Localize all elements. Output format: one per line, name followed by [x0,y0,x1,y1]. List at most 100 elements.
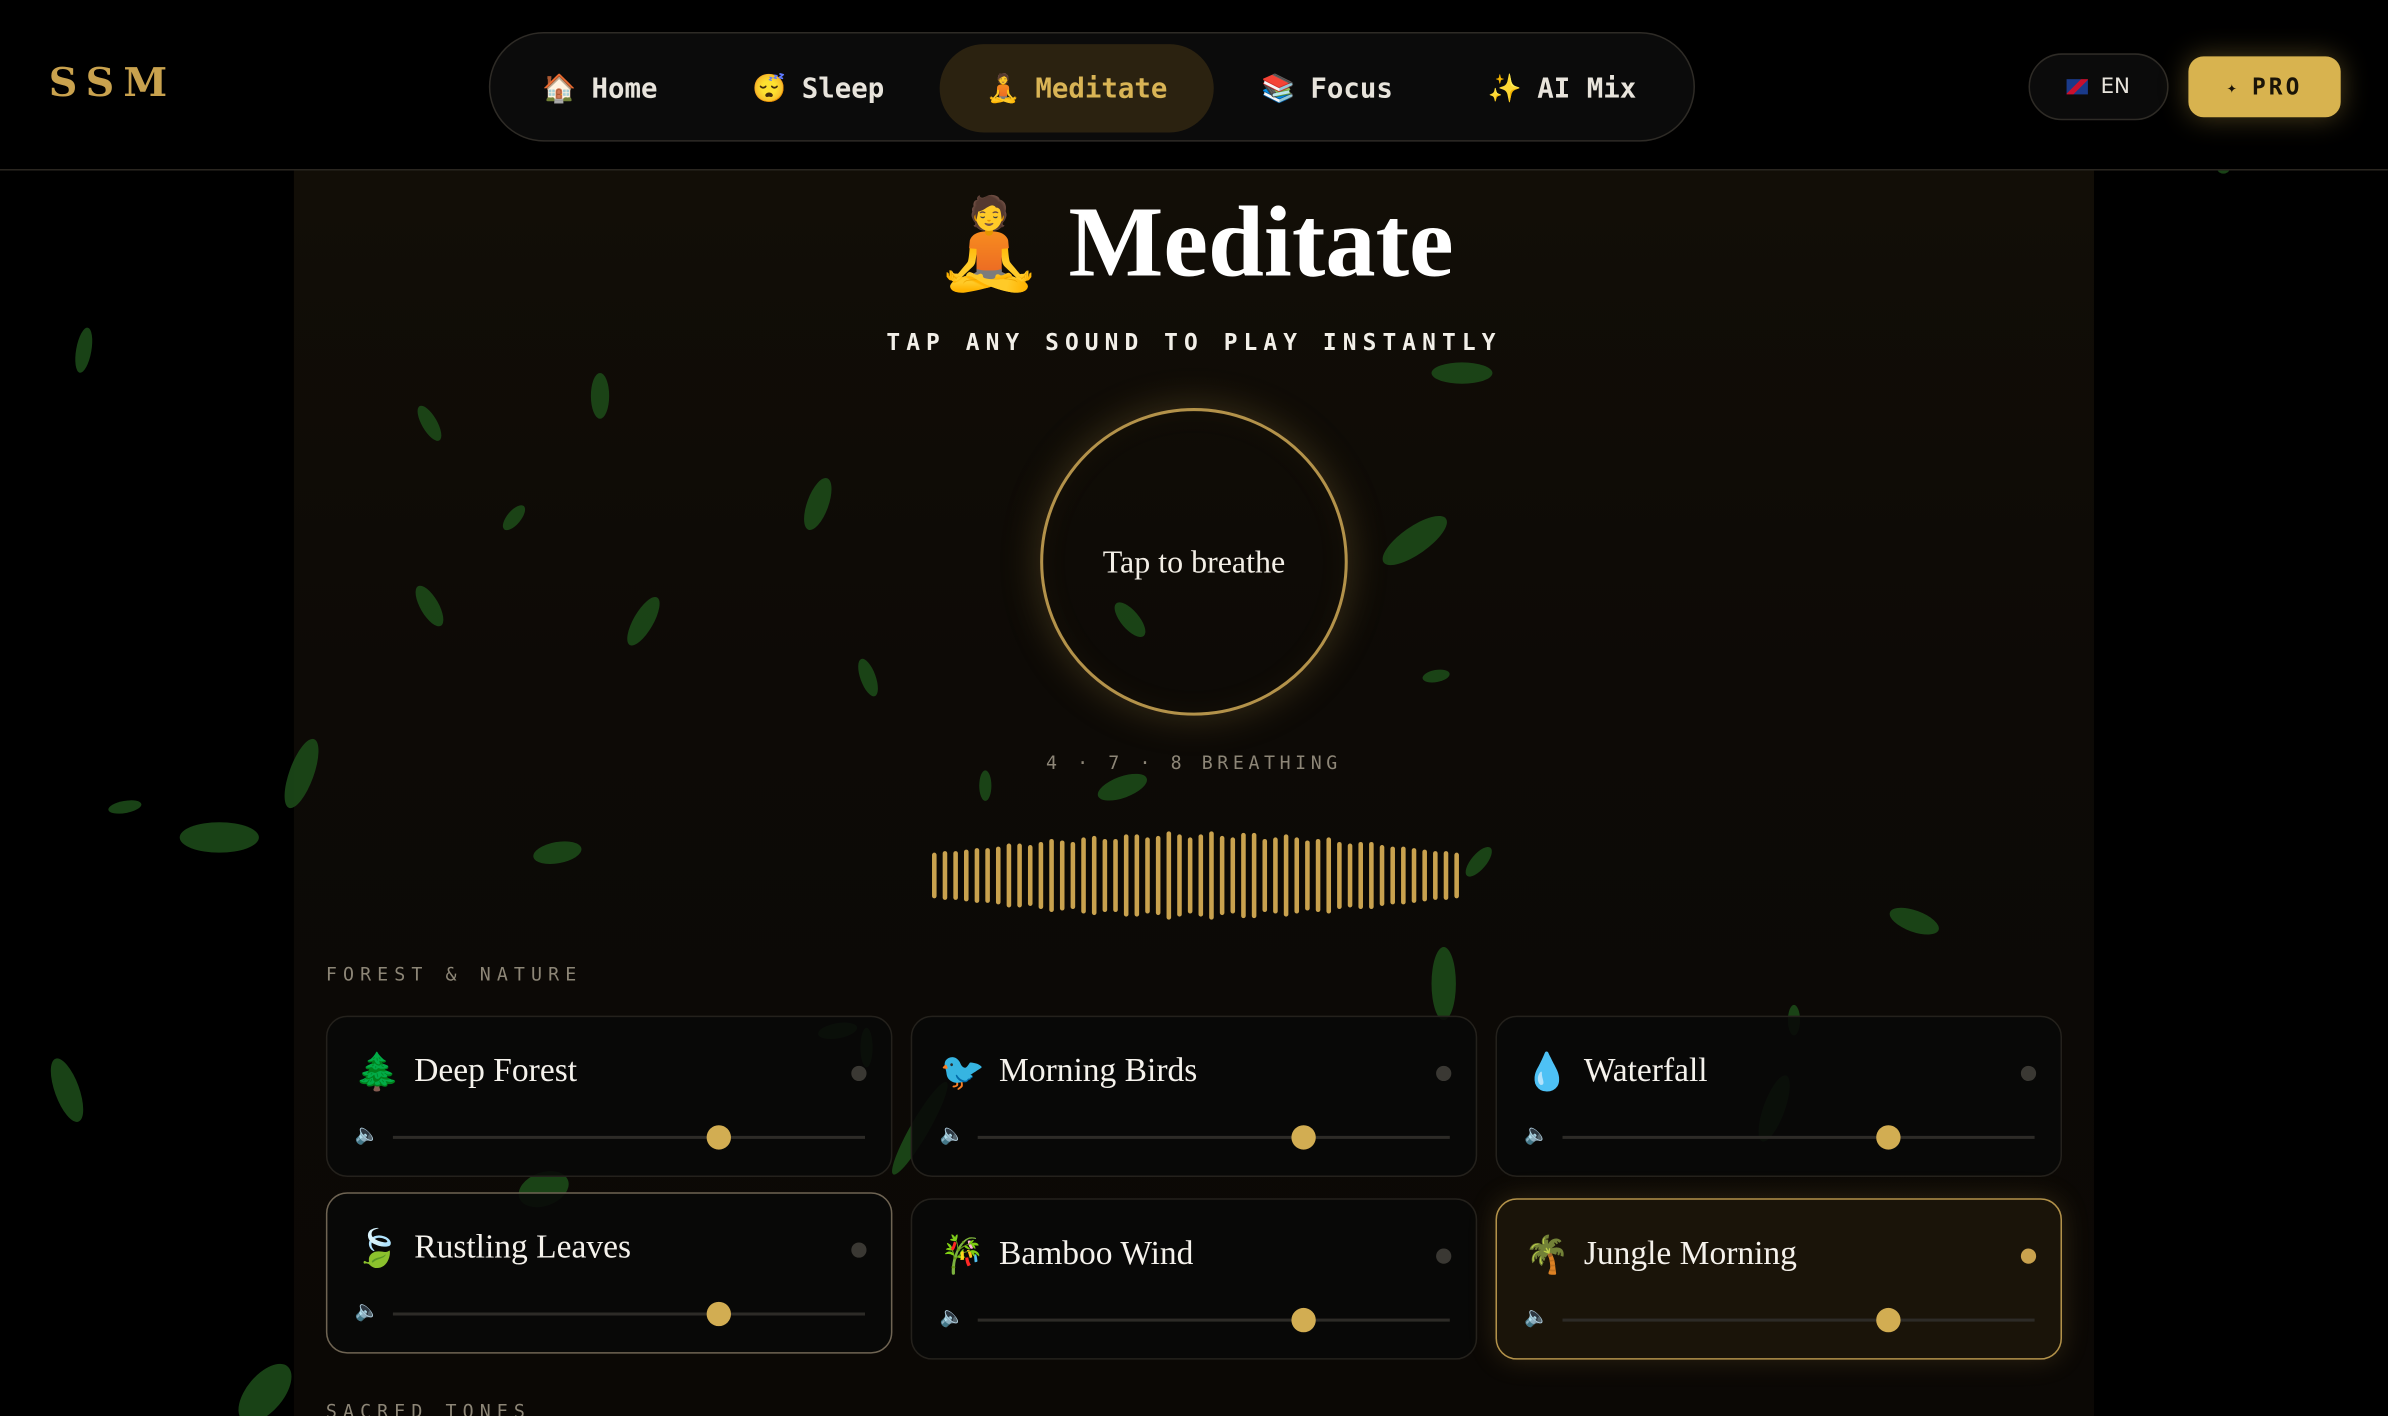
volume-slider-thumb[interactable] [1291,1307,1316,1333]
leaf-decoration [1431,362,1493,384]
breathe-button[interactable]: Tap to breathe [1040,408,1348,716]
language-label: EN [2100,74,2131,99]
leaves-icon: 🍃 [354,1227,401,1270]
waveform-bar [1369,842,1374,909]
volume-icon: 🔈 [1524,1306,1550,1330]
leaf-decoration [179,822,259,853]
page-title: Meditate [1068,187,1454,299]
page-subtitle: TAP ANY SOUND TO PLAY INSTANTLY [886,328,1502,357]
play-indicator [1436,1248,1452,1264]
waveform-bar [1219,835,1225,916]
breathing-pattern: 4 · 7 · 8 BREATHING [1046,752,1342,774]
leaf-decoration [1431,947,1456,1021]
star-icon: ✦ [2226,76,2240,97]
waveform-bar [942,851,948,900]
waveform-bar [1070,841,1076,910]
waveform-bar [953,850,958,901]
meditate-icon: 🧘 [985,72,1021,105]
sleep-icon: 😴 [752,72,787,105]
books-icon: 📚 [1260,72,1296,105]
waveform-bar [1273,838,1278,913]
sound-card-waterfall[interactable]: 💧 Waterfall 🔈 [1495,1015,2063,1177]
sound-name: Deep Forest [414,1050,578,1089]
sparkles-icon: ✨ [1487,72,1523,105]
leaf-decoration [107,798,143,816]
sound-card-morning-birds[interactable]: 🐦 Morning Birds 🔈 [910,1015,1478,1177]
waveform-bar [1326,837,1332,914]
page-heading: 🧘 Meditate [0,186,2388,302]
waveform-bar [1251,833,1257,918]
volume-slider[interactable] [977,1307,1450,1333]
waveform-bar [985,847,990,904]
waveform-bar [1187,837,1193,914]
nav-label: Focus [1310,72,1393,105]
waveform-bar [995,846,1001,905]
language-button[interactable]: EN [2028,53,2169,121]
palm-icon: 🌴 [1524,1233,1570,1276]
volume-slider[interactable] [1562,1307,2035,1333]
nav-label: Home [591,72,658,105]
waveform-bar [1337,841,1342,910]
waveform-bar [1155,836,1161,915]
droplet-icon: 💧 [1524,1050,1570,1094]
volume-icon: 🔈 [939,1306,965,1330]
nav-sleep[interactable]: 😴 Sleep [722,44,915,132]
leaf-decoration [44,1054,90,1126]
waveform-bar [1347,843,1353,908]
sound-name: Waterfall [1583,1050,1708,1089]
leaf-decoration [590,373,610,419]
nav-ai-mix[interactable]: ✨ AI Mix [1457,44,1666,132]
sound-name: Morning Birds [999,1050,1198,1089]
waveform-bar [1091,835,1097,916]
waveform-bar [1017,842,1022,909]
leaf-decoration [228,1354,302,1416]
waveform-bar [1102,838,1108,913]
waveform-bar [1411,847,1417,904]
volume-slider[interactable] [1562,1125,2035,1150]
nav-home[interactable]: 🏠 Home [512,44,688,132]
waveform-bar [1049,838,1054,913]
top-bar: SSM 🏠 Home 😴 Sleep 🧘 Meditate 📚 Focus ✨ … [0,0,2388,171]
home-icon: 🏠 [542,72,577,105]
volume-slider[interactable] [977,1125,1450,1150]
sound-card-jungle-morning[interactable]: 🌴 Jungle Morning 🔈 [1495,1198,2063,1360]
waveform-bar [1454,852,1459,899]
waveform-bar [1209,831,1214,920]
waveform-bar [1198,834,1204,917]
waveform-bar [1059,839,1065,911]
waveform-bar [1283,834,1289,917]
play-indicator [851,1242,867,1258]
volume-icon: 🔈 [354,1123,380,1147]
volume-slider-thumb[interactable] [706,1301,731,1327]
sound-card-bamboo-wind[interactable]: 🎋 Bamboo Wind 🔈 [910,1198,1478,1360]
nav-label: Meditate [1035,72,1168,105]
uk-flag-icon [2067,79,2089,95]
volume-slider-thumb[interactable] [1876,1125,1901,1150]
waveform-bar [1433,850,1438,901]
volume-slider-thumb[interactable] [706,1125,731,1150]
play-indicator [1436,1065,1452,1082]
sound-name: Rustling Leaves [414,1227,632,1266]
waveform-bar [963,848,969,903]
sound-name: Bamboo Wind [999,1233,1194,1272]
nav-meditate[interactable]: 🧘 Meditate [939,44,1214,133]
nav-focus[interactable]: 📚 Focus [1231,44,1424,132]
play-indicator [2020,1248,2037,1264]
waveform-bar [1177,834,1182,917]
logo[interactable]: SSM [49,61,177,107]
sound-card-deep-forest[interactable]: 🌲 Deep Forest 🔈 [325,1015,893,1177]
pro-button[interactable]: ✦ PRO [2188,56,2341,118]
waveform-bar [1134,833,1140,918]
section-title-sacred-tones: SACRED TONES [325,1400,532,1416]
waveform-bar [1166,831,1172,920]
main-nav: 🏠 Home 😴 Sleep 🧘 Meditate 📚 Focus ✨ AI M… [488,31,1695,142]
volume-slider[interactable] [392,1301,866,1327]
waveform-bar [1422,849,1427,902]
volume-slider-thumb[interactable] [1876,1307,1901,1333]
volume-slider-thumb[interactable] [1291,1125,1316,1150]
volume-slider[interactable] [392,1125,866,1150]
waveform-bar [1401,846,1406,905]
pro-label: PRO [2252,73,2303,101]
waveform-bar [1038,842,1044,909]
sound-card-rustling-leaves[interactable]: 🍃 Rustling Leaves 🔈 [325,1192,893,1354]
